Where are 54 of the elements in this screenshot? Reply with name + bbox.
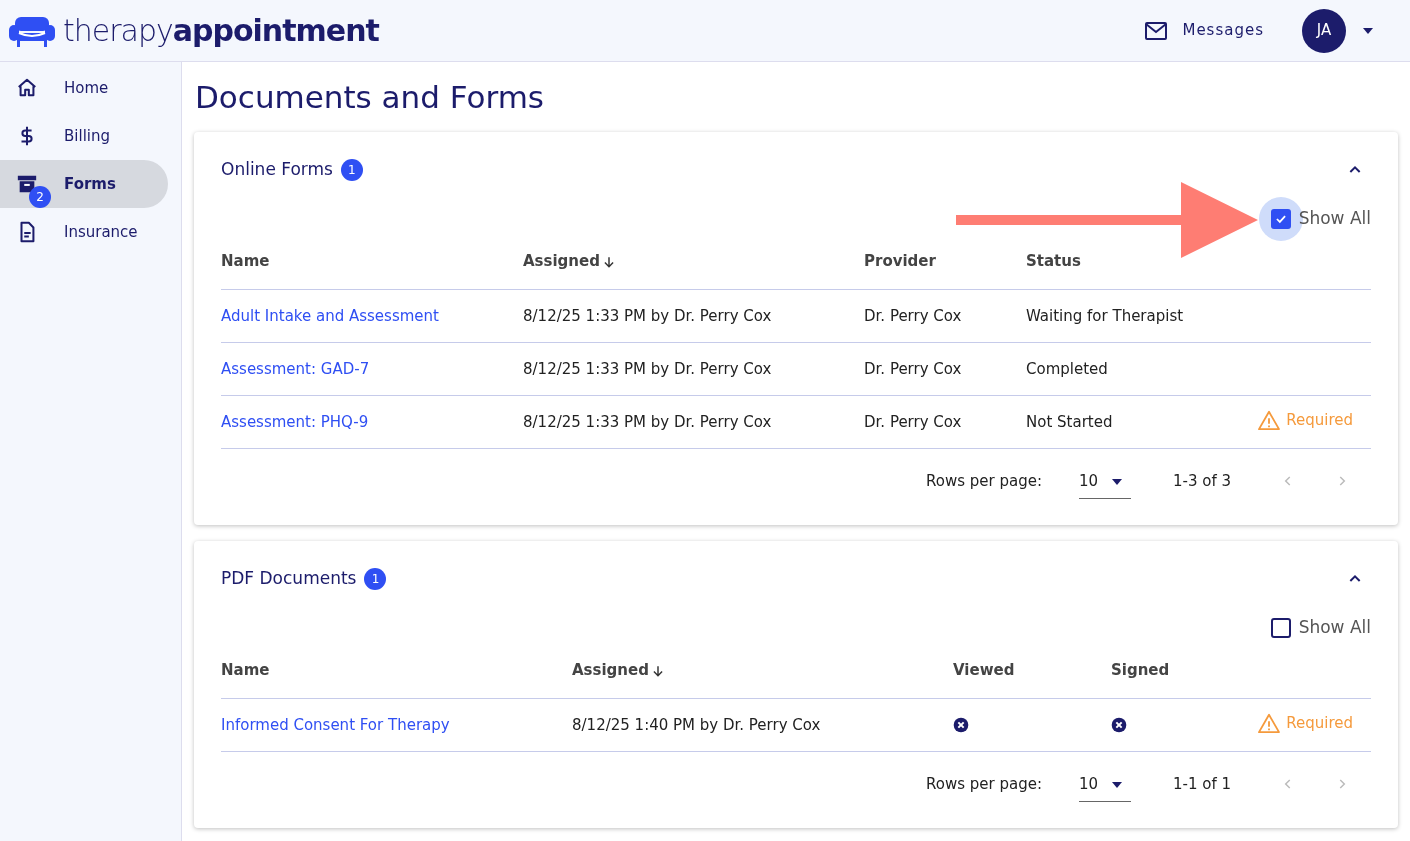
count-badge: 1 [340, 158, 363, 181]
sidebar-item[interactable]: Billing [0, 112, 168, 160]
warning-icon [1258, 713, 1281, 733]
form-link[interactable]: Assessment: GAD-7 [221, 357, 370, 381]
count-badge: 1 [364, 567, 387, 590]
column-header[interactable]: Signed [1111, 659, 1170, 682]
sidebar-item[interactable]: Home [0, 64, 168, 112]
page-range: 1-1 of 1 [1172, 773, 1231, 795]
section-title: PDF Documents [221, 566, 357, 590]
table-cell-text: 8/12/25 1:33 PM by Dr. Perry Cox [523, 358, 773, 380]
nav-badge: 2 [29, 186, 51, 208]
rows-per-page-label: Rows per page: [925, 470, 1042, 492]
sidebar-item[interactable]: Insurance [0, 208, 168, 256]
couch-logo-icon [9, 14, 55, 47]
table-cell-text: Dr. Perry Cox [864, 305, 963, 327]
dropdown-caret-icon[interactable] [1362, 26, 1374, 35]
page-range: 1-3 of 3 [1172, 470, 1231, 492]
table-cell-text: 8/12/25 1:40 PM by Dr. Perry Cox [572, 714, 822, 736]
caret-icon [1110, 780, 1123, 789]
rows-per-page-select[interactable]: 10 [1078, 463, 1131, 499]
table-cell-text: Dr. Perry Cox [864, 411, 963, 433]
table-cell-text: 8/12/25 1:33 PM by Dr. Perry Cox [523, 411, 773, 433]
form-link[interactable]: Assessment: PHQ-9 [221, 410, 369, 434]
column-header[interactable]: Name [221, 250, 270, 273]
table-cell-text: Dr. Perry Cox [864, 358, 963, 380]
form-link[interactable]: Informed Consent For Therapy [221, 713, 450, 737]
table-cell-text: Waiting for Therapist [1026, 305, 1185, 327]
required-label: Required [1286, 409, 1353, 431]
rows-per-page-label: Rows per page: [925, 773, 1042, 795]
required-label: Required [1286, 712, 1353, 734]
archive-icon [16, 173, 38, 195]
table-cell-text: Not Started [1026, 411, 1114, 433]
page-title: Documents and Forms [194, 77, 546, 117]
column-header[interactable]: Name [221, 659, 270, 682]
messages-button[interactable]: Messages [1144, 19, 1264, 42]
logo-wordmark: therapyappointment [63, 12, 379, 50]
show-all-label: Show All [1298, 616, 1371, 640]
column-header[interactable]: Viewed [953, 659, 1015, 682]
column-header[interactable]: Status [1026, 250, 1081, 273]
warning-icon [1258, 410, 1281, 430]
home-icon [16, 77, 38, 99]
column-header[interactable]: Provider [864, 250, 936, 273]
user-avatar[interactable]: JA [1302, 8, 1346, 53]
mail-icon [1144, 20, 1169, 41]
rows-per-page-select[interactable]: 10 [1078, 766, 1131, 802]
form-link[interactable]: Adult Intake and Assessment [221, 304, 439, 328]
caret-icon [1110, 477, 1123, 486]
column-header[interactable]: Assigned [523, 250, 616, 273]
column-header[interactable]: Assigned [572, 659, 665, 682]
table-cell-text: Completed [1026, 358, 1109, 380]
table-cell-text: 8/12/25 1:33 PM by Dr. Perry Cox [523, 305, 773, 327]
section-title: Online Forms [221, 157, 333, 181]
sidebar-item[interactable]: 2 Forms [0, 160, 168, 208]
show-all-label: Show All [1298, 207, 1371, 231]
